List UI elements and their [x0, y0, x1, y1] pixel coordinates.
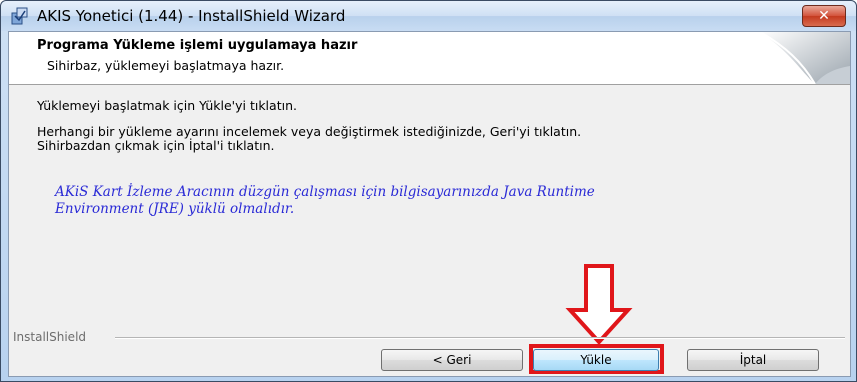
- wizard-header: Programa Yükleme işlemi uygulamaya hazır…: [9, 32, 850, 85]
- footer-divider: [115, 337, 845, 339]
- page-subtitle: Sihirbaz, yüklemeyi başlatmaya hazır.: [47, 58, 285, 73]
- page-title: Programa Yükleme işlemi uygulamaya hazır: [37, 38, 358, 53]
- close-button[interactable]: ✕: [802, 5, 846, 27]
- down-arrow-icon: [565, 264, 633, 344]
- java-note-line-1: AKiS Kart İzleme Aracının düzgün çalışma…: [55, 184, 595, 200]
- window-title: AKIS Yonetici (1.44) - InstallShield Wiz…: [37, 7, 346, 25]
- wizard-banner-graphic: [759, 32, 850, 84]
- instruction-install: Yüklemeyi başlatmak için Yükle'yi tıklat…: [37, 98, 297, 113]
- cancel-button[interactable]: İptal: [687, 349, 819, 371]
- installshield-brand: InstallShield: [13, 330, 87, 344]
- java-requirement-note: AKiS Kart İzleme Aracının düzgün çalışma…: [55, 184, 775, 218]
- close-icon: ✕: [818, 8, 830, 24]
- instruction-back: Herhangi bir yükleme ayarını incelemek v…: [37, 124, 582, 139]
- installer-window: AKIS Yonetici (1.44) - InstallShield Wiz…: [0, 0, 857, 382]
- wizard-client-area: Programa Yükleme işlemi uygulamaya hazır…: [8, 31, 851, 377]
- installer-icon: [11, 7, 28, 25]
- java-note-line-2: Environment (JRE) yüklü olmalıdır.: [55, 201, 295, 217]
- install-button[interactable]: Yükle: [533, 349, 659, 371]
- title-bar[interactable]: AKIS Yonetici (1.44) - InstallShield Wiz…: [1, 1, 856, 31]
- back-button[interactable]: < Geri: [381, 349, 523, 371]
- instruction-cancel: Sihirbazdan çıkmak için İptal'i tıklatın…: [37, 138, 275, 153]
